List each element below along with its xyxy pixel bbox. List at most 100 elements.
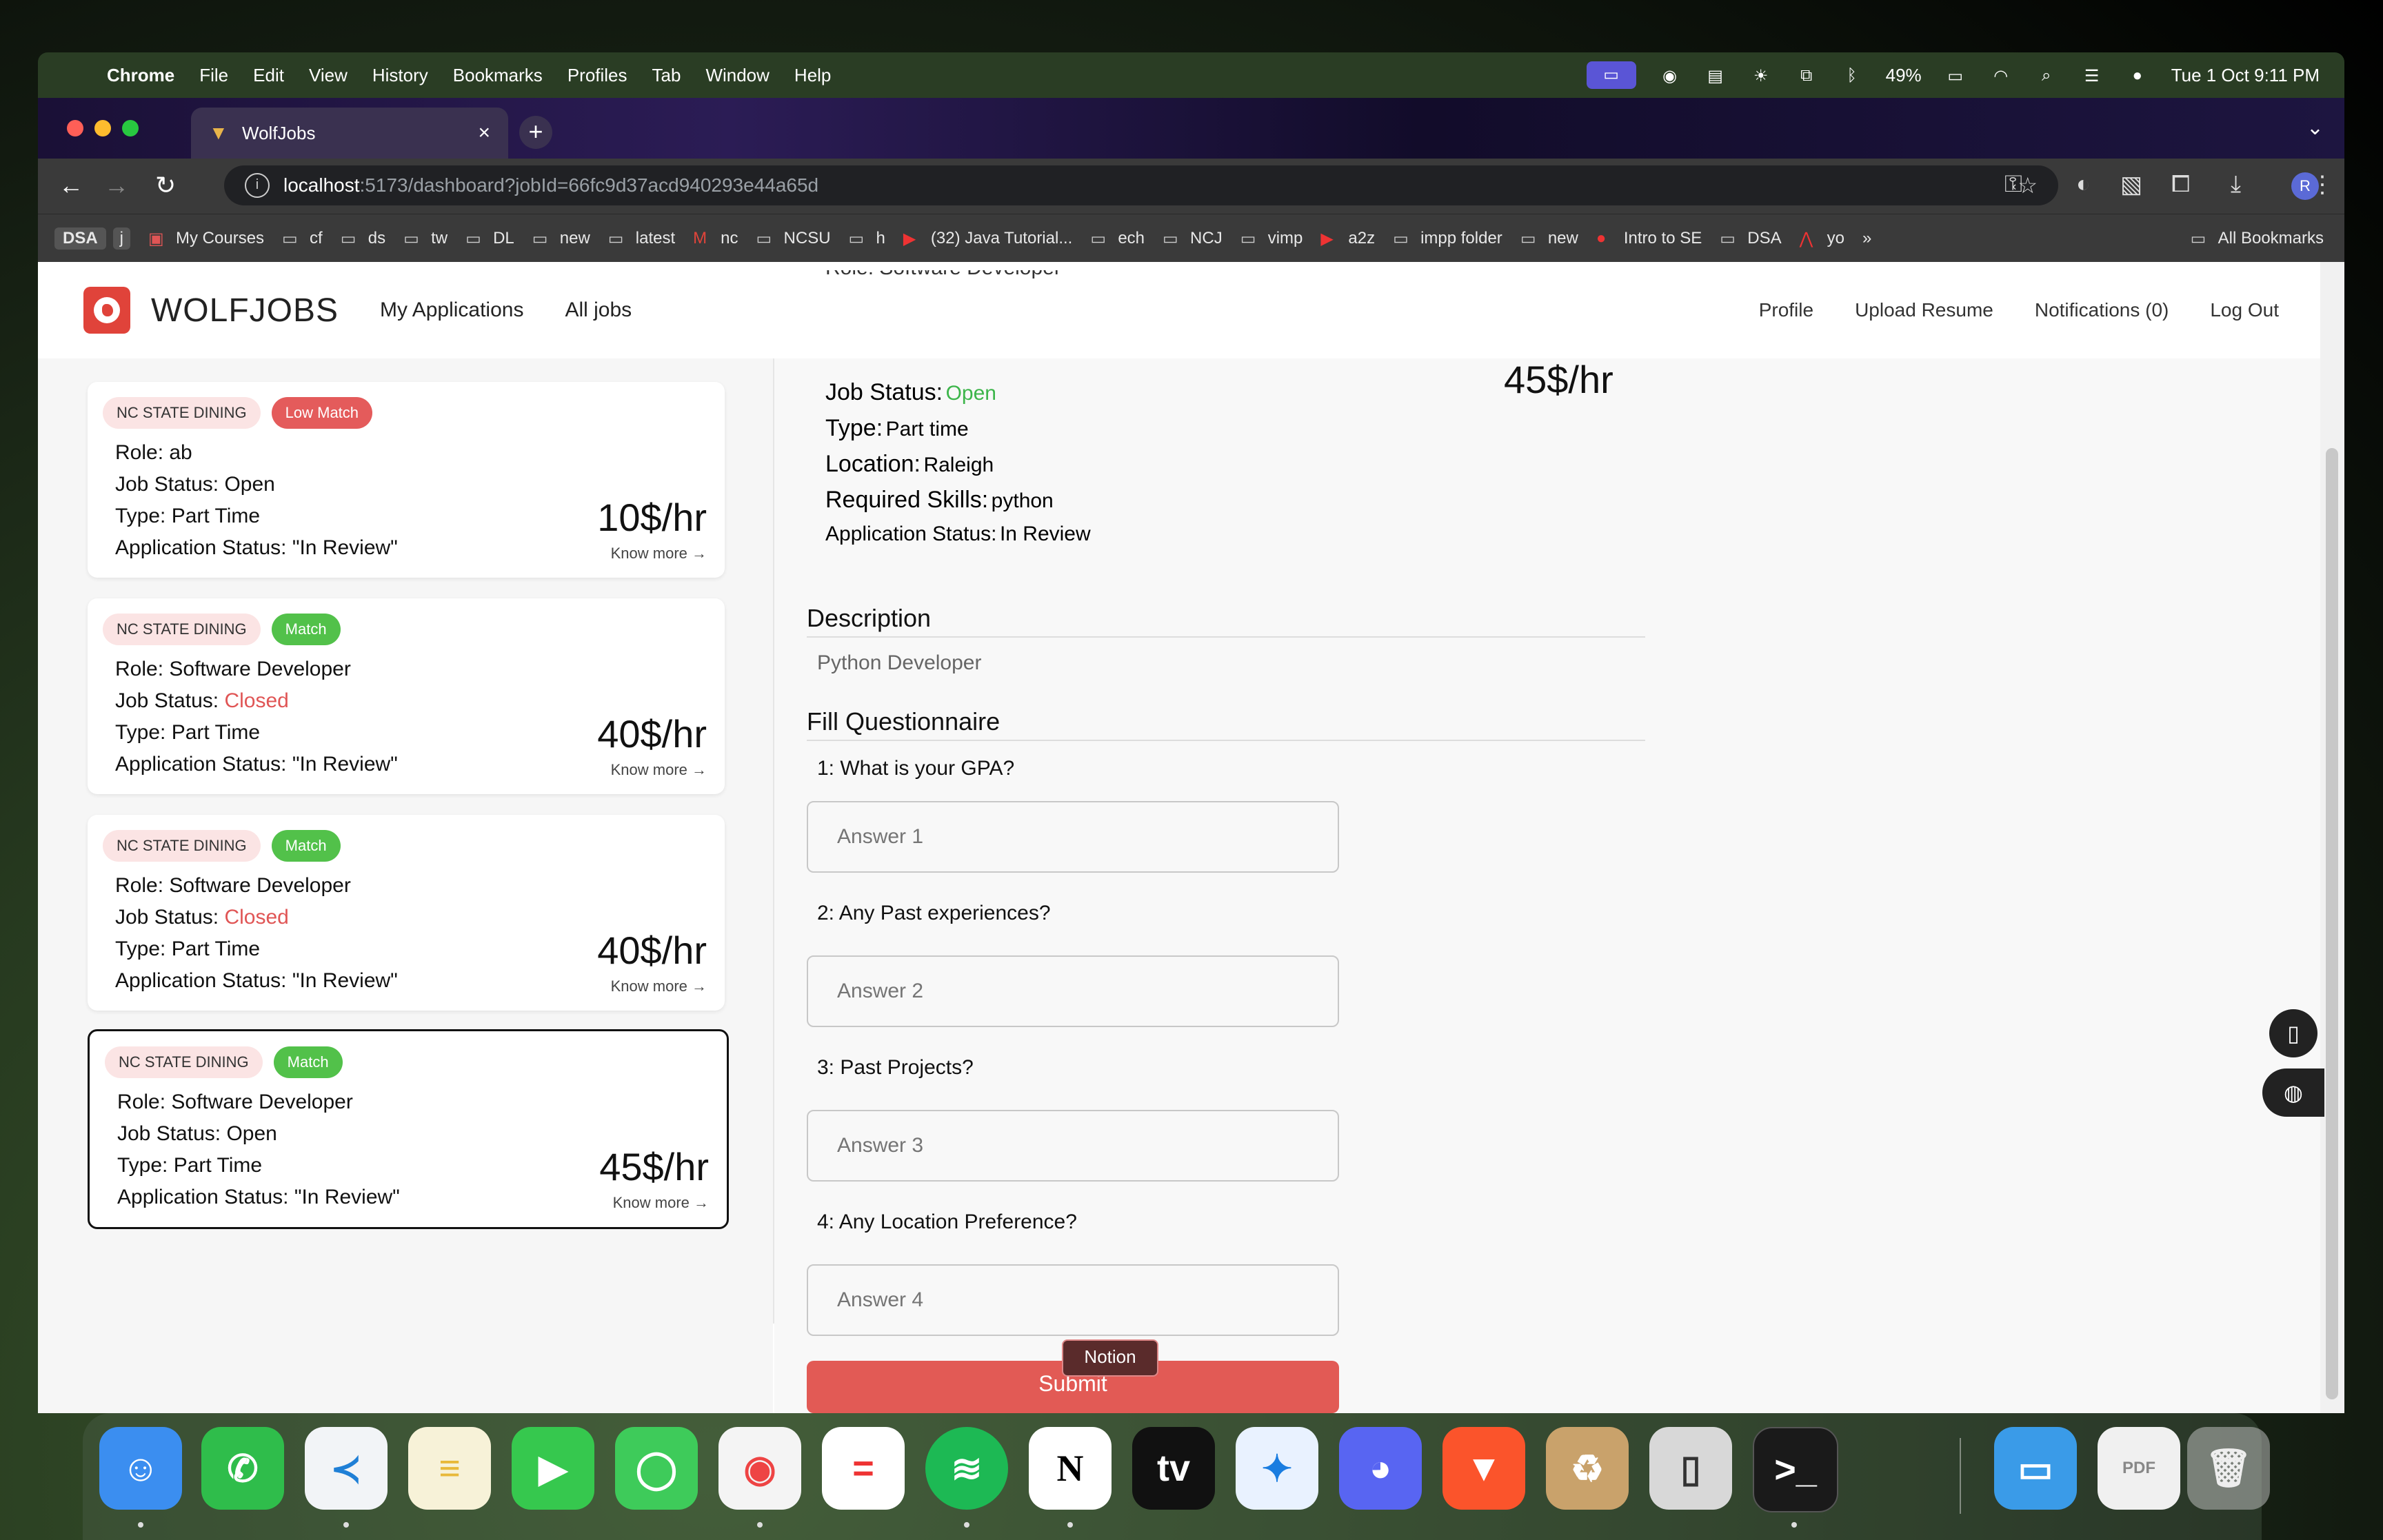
discord-icon[interactable]: ◕ [1339,1427,1422,1510]
control-center-icon[interactable]: ☰ [2080,66,2104,85]
battery-icon[interactable]: ▭ [1944,66,1967,85]
trash-icon[interactable]: 🗑 [2187,1427,2270,1510]
nav-upload-resume[interactable]: Upload Resume [1855,299,1993,321]
display-icon[interactable]: ⧉ [1795,66,1818,85]
bookmark-item[interactable]: ▭ new [532,229,590,249]
pdf-icon[interactable]: PDF [2098,1427,2180,1510]
brave-icon[interactable]: ▼ [1442,1427,1525,1510]
brand-name[interactable]: WOLFJOBS [151,292,339,330]
bookmark-item[interactable]: ▭ tw [403,229,448,249]
keyboard-icon[interactable]: ▤ [1704,66,1727,85]
page-scrollbar-thumb[interactable] [2326,448,2338,1399]
spotify-icon[interactable]: ≋ [925,1427,1008,1510]
notes-icon[interactable]: ≡ [408,1427,491,1510]
bookmark-item[interactable]: ▶ a2z [1320,229,1375,249]
answer-4-input[interactable] [807,1264,1339,1336]
bookmark-item[interactable]: ▭ NCSU [756,229,831,249]
site-info-icon[interactable]: i [245,173,270,198]
bookmark-item[interactable]: ▭ impp folder [1393,229,1502,249]
menu-app-name[interactable]: Chrome [107,65,174,86]
assistant-orb-icon[interactable]: ◍ [2262,1068,2324,1117]
bookmark-item[interactable]: ▭ h [849,229,885,249]
menu-help[interactable]: Help [794,65,831,86]
bookmark-item[interactable]: ▭ NCJ [1163,229,1223,249]
application-card[interactable]: NC STATE DINING Match Role: Software Dev… [88,598,725,794]
archive-utility-icon[interactable]: ♻ [1546,1427,1629,1510]
reader-mode-icon[interactable]: ▯ [2269,1009,2317,1057]
bookmark-item[interactable]: ⋀ yo [1800,229,1844,249]
terminal-icon[interactable]: >_ [1753,1427,1838,1512]
facetime-icon[interactable]: ▶ [512,1427,594,1510]
know-more-link[interactable]: Know more → [611,761,707,779]
folder-icon[interactable]: ▭ [1994,1427,2077,1510]
reload-icon[interactable]: ↻ [155,171,176,200]
nav-notifications[interactable]: Notifications (0) [2035,299,2169,321]
answer-1-input[interactable] [807,801,1339,873]
bookmark-chip-j[interactable]: j [112,227,131,250]
menu-profiles[interactable]: Profiles [567,65,627,86]
menu-history[interactable]: History [372,65,428,86]
nav-all-jobs[interactable]: All jobs [565,298,632,322]
application-card[interactable]: NC STATE DINING Low Match Role: ab Job S… [88,382,725,578]
menu-window[interactable]: Window [705,65,769,86]
know-more-link[interactable]: Know more → [613,1194,709,1212]
bookmark-item[interactable]: ● Intro to SE [1596,229,1702,248]
menu-edit[interactable]: Edit [253,65,284,86]
bookmark-item[interactable]: ▭ DL [465,229,514,249]
bookmark-item[interactable]: ▶ (32) Java Tutorial... [903,229,1072,249]
safari-icon[interactable]: ✦ [1236,1427,1318,1510]
bookmark-item[interactable]: ▭ cf [282,229,323,249]
bookmark-item[interactable]: ▭ DSA [1720,229,1781,249]
whatsapp-icon[interactable]: ✆ [201,1427,284,1510]
finder-icon[interactable]: ☺ [99,1427,182,1510]
downloads-icon[interactable]: ⤓ [2231,171,2241,198]
bookmark-item[interactable]: ▭ ds [341,229,385,249]
menu-bookmarks[interactable]: Bookmarks [453,65,543,86]
wifi-icon[interactable]: ◠ [1989,66,2013,85]
vscode-icon[interactable]: ≺ [305,1427,388,1510]
notion-icon[interactable]: N [1029,1427,1112,1510]
nav-my-applications[interactable]: My Applications [380,298,523,322]
extension-one-icon[interactable]: ◐ [2076,171,2091,198]
bookmark-item[interactable]: ▭ vimp [1240,229,1303,249]
know-more-link[interactable]: Know more → [611,545,707,563]
menu-tab[interactable]: Tab [652,65,681,86]
window-zoom-button[interactable] [122,120,139,136]
todo-icon[interactable]: = [822,1427,905,1510]
bookmark-item[interactable]: ▭ new [1520,229,1578,249]
wolfjobs-logo-icon[interactable] [83,287,130,334]
all-bookmarks-item[interactable]: ▭ All Bookmarks [2191,229,2324,249]
extensions-puzzle-icon[interactable]: ⧠ [2171,171,2190,198]
window-minimize-button[interactable] [94,120,111,136]
browser-tab-wolfjobs[interactable]: ▼ WolfJobs × [191,108,508,159]
bookmark-item[interactable]: Mnc [693,229,738,248]
tab-search-chevron-icon[interactable]: ⌄ [2306,116,2324,140]
forward-arrow-icon[interactable]: → [104,171,129,200]
window-close-button[interactable] [67,120,83,136]
answer-2-input[interactable] [807,955,1339,1027]
menu-file[interactable]: File [199,65,228,86]
bookmark-item[interactable]: ▣ My Courses [148,229,264,249]
menu-view[interactable]: View [309,65,348,86]
answer-3-input[interactable] [807,1110,1339,1182]
messages-icon[interactable]: ◯ [615,1427,698,1510]
bluetooth-icon[interactable]: ᛒ [1840,66,1864,85]
chrome-icon[interactable]: ◉ [718,1427,801,1510]
spotlight-search-icon[interactable]: ⌕ [2035,66,2058,85]
record-icon[interactable]: ◉ [1658,66,1682,85]
bookmarks-overflow-button[interactable]: » [1862,229,1871,248]
bookmark-item[interactable]: ▭ latest [608,229,675,249]
screen-share-icon[interactable]: ▭ [1586,61,1636,89]
new-tab-button[interactable]: + [519,116,552,149]
iphone-mirroring-icon[interactable]: ▯ [1649,1427,1732,1510]
application-card-selected[interactable]: NC STATE DINING Match Role: Software Dev… [88,1029,729,1229]
tab-close-icon[interactable]: × [478,121,490,145]
application-card[interactable]: NC STATE DINING Match Role: Software Dev… [88,815,725,1011]
nav-profile[interactable]: Profile [1759,299,1813,321]
know-more-link[interactable]: Know more → [611,977,707,995]
nav-logout[interactable]: Log Out [2210,299,2279,321]
bookmark-chip-dsa[interactable]: DSA [54,227,106,250]
menubar-clock[interactable]: Tue 1 Oct 9:11 PM [2171,65,2320,86]
address-bar[interactable]: i localhost:5173/dashboard?jobId=66fc9d3… [224,165,2058,205]
password-key-icon[interactable]: ⚿ [2004,171,2022,198]
